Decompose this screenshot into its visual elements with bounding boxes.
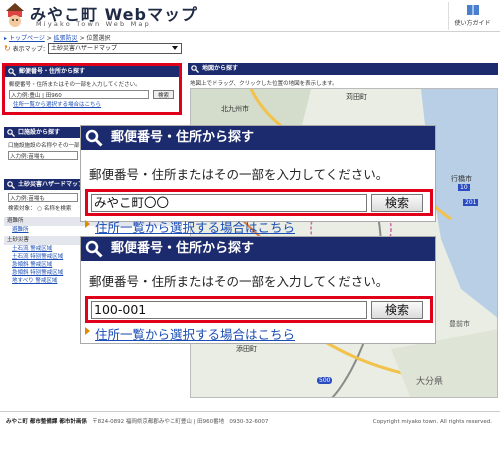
map-panel-header: 地図から探す xyxy=(188,63,498,75)
refresh-icon: ↻ xyxy=(4,44,11,53)
breadcrumb-top[interactable]: トップページ xyxy=(9,35,45,42)
map-label: 添田町 xyxy=(236,345,257,353)
search-icon xyxy=(7,129,15,137)
display-map-row: ↻ 表示マップ： xyxy=(4,44,49,56)
zoom-panel-header: 郵便番号・住所から探す xyxy=(81,126,435,150)
zoom-panel-title: 郵便番号・住所から探す xyxy=(111,130,255,145)
zoom-highlight-box: 100-001 検索 xyxy=(85,296,433,323)
address-search-button[interactable]: 検索 xyxy=(153,90,175,99)
address-list-link-text: 住所一覧から選択する場合はこちら xyxy=(95,220,296,235)
address-list-link[interactable]: 住所一覧から選択する場合はこちら xyxy=(85,217,435,236)
header: みやこ町 Webマップ Miyako Town Web Map 使い方ガイド xyxy=(0,0,500,32)
address-input[interactable]: 入力例:豊山 | 田960 xyxy=(9,90,149,99)
home-icon: ▸ xyxy=(4,35,8,42)
zoom-panel-desc: 郵便番号・住所またはその一部を入力してください。 xyxy=(89,274,389,289)
map-label: 大分県 xyxy=(416,377,444,387)
zoom-highlight-box: みやこ町〇〇 検索 xyxy=(85,189,433,216)
logo-icon xyxy=(6,3,24,27)
footer: みやこ町 都市整備課 都市計画係 〒824-0892 福岡県京都郡みやこ町豊山 … xyxy=(0,411,500,435)
map-select-value: 土砂災害ハザードマップ xyxy=(51,45,118,52)
breadcrumb-disaster[interactable]: 拡張防災 xyxy=(54,35,78,42)
name-radio[interactable]: ○ xyxy=(37,206,42,212)
facility-panel-title: 口施設から探す xyxy=(18,129,61,136)
arrow-right-icon xyxy=(85,327,90,335)
map-select[interactable]: 土砂災害ハザードマップ xyxy=(48,43,182,54)
guide-button[interactable]: 使い方ガイド xyxy=(448,2,496,30)
search-button[interactable]: 検索 xyxy=(371,194,423,212)
search-icon xyxy=(85,240,103,258)
zoom-panel-header: 郵便番号・住所から探す xyxy=(81,237,435,261)
address-search-panel: 郵便番号・住所から探す 郵便番号・住所またはその一部を入力してください。 入力例… xyxy=(2,63,182,115)
address-panel-title: 郵便番号・住所から探す xyxy=(19,68,86,75)
postal-code-input[interactable]: 100-001 xyxy=(91,301,367,319)
zoom-panel-title: 郵便番号・住所から探す xyxy=(111,241,255,256)
search-target-label: 検索対象： xyxy=(8,206,36,212)
search-icon xyxy=(191,65,199,73)
search-icon xyxy=(85,129,103,147)
address-list-link[interactable]: 住所一覧から選択する場合はこちら xyxy=(85,324,435,343)
hazard-panel-title: 土砂災害ハザードマップ xyxy=(18,181,85,188)
map-select-label: 表示マップ： xyxy=(12,46,49,53)
route-marker: 10 xyxy=(458,184,470,191)
map-label: 北九州市 xyxy=(221,105,249,113)
zoomed-address-panel-1: 郵便番号・住所から探す 郵便番号・住所またはその一部を入力してください。 みやこ… xyxy=(80,125,436,235)
chevron-down-icon xyxy=(172,46,178,50)
address-panel-desc: 郵便番号・住所またはその一部を入力してください。 xyxy=(9,82,141,88)
search-icon xyxy=(8,68,16,76)
zoomed-address-panel-2: 郵便番号・住所から探す 郵便番号・住所またはその一部を入力してください。 100… xyxy=(80,236,436,344)
facility-input[interactable]: 入力例:苗場も xyxy=(8,151,78,160)
route-marker: 201 xyxy=(463,199,479,206)
map-hint: 地図上でドラッグ、クリックした位置の地図を表示します。 xyxy=(190,81,338,87)
search-button[interactable]: 検索 xyxy=(371,301,423,319)
footer-phone: 0930-32-6007 xyxy=(229,419,269,425)
arrow-right-icon xyxy=(85,220,90,228)
footer-org: みやこ町 都市整備課 都市計画係 xyxy=(6,419,87,425)
address-list-link[interactable]: 住所一覧から選択する場合はこちら xyxy=(9,100,175,108)
map-label: 豊前市 xyxy=(449,320,470,328)
address-list-link-text: 住所一覧から選択する場合はこちら xyxy=(95,327,296,342)
map-panel-title: 地図から探す xyxy=(202,65,239,72)
address-panel-header: 郵便番号・住所から探す xyxy=(5,66,179,77)
footer-address: 〒824-0892 福岡県京都郡みやこ町豊山 | 田960番地 xyxy=(92,419,225,425)
address-input[interactable]: みやこ町〇〇 xyxy=(91,194,367,212)
route-marker: 500 xyxy=(317,377,333,384)
guide-label: 使い方ガイド xyxy=(454,20,491,27)
breadcrumb-current: 位置選択 xyxy=(86,35,111,42)
zoom-panel-desc: 郵便番号・住所またはその一部を入力してください。 xyxy=(89,167,389,182)
footer-copyright: Copyright miyako town. All rights reserv… xyxy=(372,419,492,425)
map-label: 苅田町 xyxy=(346,93,367,101)
guide-book-icon xyxy=(466,5,479,15)
site-subtitle: Miyako Town Web Map xyxy=(36,20,151,28)
search-icon xyxy=(7,181,15,189)
map-label: 行橋市 xyxy=(451,175,472,183)
breadcrumb: ▸ トップページ > 拡張防災 > 位置選択 xyxy=(4,35,111,42)
name-radio-label: 名称を検索 xyxy=(43,206,72,212)
hazard-input[interactable]: 入力例:苗場も xyxy=(8,193,78,202)
